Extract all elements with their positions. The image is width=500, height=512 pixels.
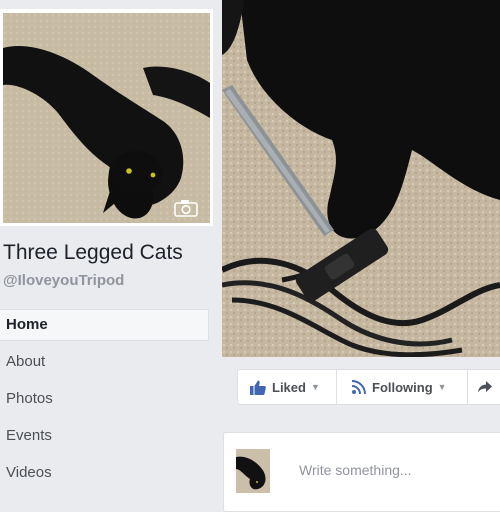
avatar bbox=[236, 449, 270, 493]
write-something-input[interactable]: Write something... bbox=[299, 462, 412, 478]
profile-picture-frame[interactable] bbox=[0, 9, 213, 226]
page-action-bar: Liked ▼ Following ▼ bbox=[237, 369, 500, 405]
sidebar-item-events[interactable]: Events bbox=[0, 420, 209, 452]
divider bbox=[336, 370, 337, 404]
profile-picture-image bbox=[3, 13, 210, 223]
sidebar-item-videos[interactable]: Videos bbox=[0, 457, 209, 489]
divider bbox=[467, 370, 468, 404]
chevron-down-icon: ▼ bbox=[437, 382, 447, 392]
page-title[interactable]: Three Legged Cats bbox=[3, 241, 183, 265]
post-composer: Write something... bbox=[223, 432, 500, 512]
liked-label: Liked bbox=[272, 379, 306, 395]
chevron-down-icon: ▼ bbox=[310, 382, 320, 392]
thumbs-up-icon bbox=[250, 380, 266, 395]
share-button[interactable] bbox=[478, 370, 492, 404]
cover-photo-image bbox=[222, 0, 500, 357]
following-label: Following bbox=[372, 379, 433, 395]
rss-icon bbox=[352, 380, 366, 394]
share-arrow-icon bbox=[478, 381, 492, 393]
profile-picture[interactable] bbox=[3, 13, 210, 223]
sidebar-item-photos[interactable]: Photos bbox=[0, 383, 209, 415]
page-username[interactable]: @IloveyouTripod bbox=[3, 272, 124, 289]
cover-photo[interactable] bbox=[222, 0, 500, 357]
sidebar-item-about[interactable]: About bbox=[0, 346, 209, 378]
avatar-image bbox=[236, 449, 270, 493]
following-button[interactable]: Following ▼ bbox=[352, 370, 447, 404]
sidebar-item-home[interactable]: Home bbox=[0, 309, 209, 341]
liked-button[interactable]: Liked ▼ bbox=[250, 370, 320, 404]
camera-icon[interactable] bbox=[174, 199, 198, 217]
